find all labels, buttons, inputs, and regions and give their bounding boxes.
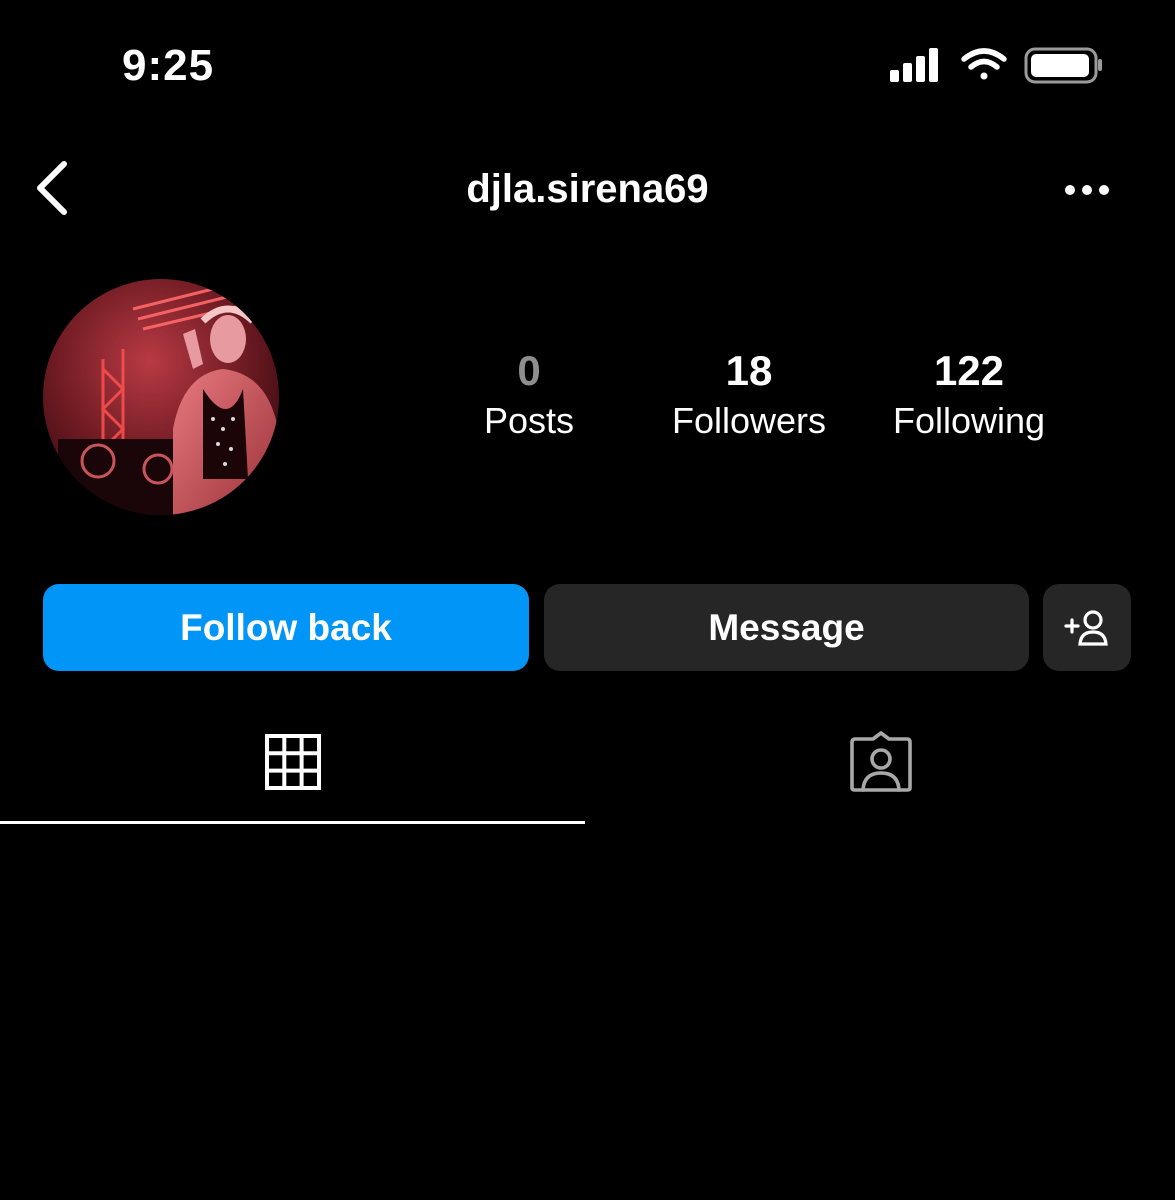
stat-following[interactable]: 122 Following xyxy=(859,345,1079,445)
posts-label: Posts xyxy=(483,400,575,441)
status-time: 9:25 xyxy=(122,41,215,90)
more-options-button[interactable] xyxy=(1060,176,1116,204)
status-icons xyxy=(888,44,1103,88)
profile-username: djla.sirena69 xyxy=(466,167,709,211)
follow-back-button[interactable]: Follow back xyxy=(43,584,529,671)
message-button[interactable]: Message xyxy=(544,584,1029,671)
battery-icon xyxy=(1024,47,1102,84)
avatar[interactable] xyxy=(43,279,279,515)
cellular-signal-icon xyxy=(890,48,938,82)
stat-posts: 0 Posts xyxy=(419,345,639,445)
more-horizontal-icon xyxy=(1065,185,1109,195)
following-label: Following xyxy=(892,400,1046,441)
stat-followers[interactable]: 18 Followers xyxy=(639,345,859,445)
person-add-icon xyxy=(1064,609,1108,646)
add-user-button[interactable] xyxy=(1043,584,1131,671)
active-tab-indicator xyxy=(0,821,585,824)
followers-count: 18 xyxy=(725,347,773,394)
tab-posts-grid[interactable] xyxy=(0,700,585,824)
chevron-left-icon xyxy=(37,161,67,215)
wifi-icon xyxy=(961,48,1007,80)
back-button[interactable] xyxy=(30,158,74,220)
tab-tagged[interactable] xyxy=(588,700,1173,824)
following-count: 122 xyxy=(933,347,1005,394)
posts-count: 0 xyxy=(517,347,541,394)
grid-icon xyxy=(264,734,321,790)
tagged-person-icon xyxy=(849,731,912,792)
followers-label: Followers xyxy=(671,400,827,441)
profile-photo xyxy=(43,279,279,515)
